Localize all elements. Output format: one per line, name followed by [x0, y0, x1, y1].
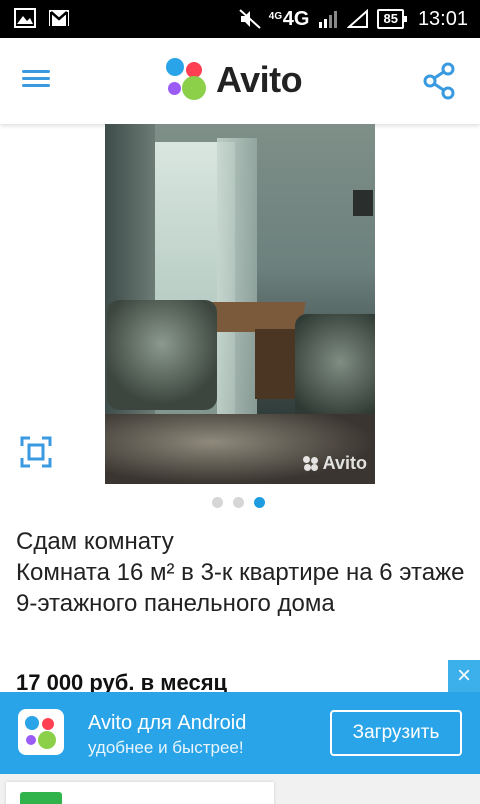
- photo-armchair-left: [107, 300, 217, 410]
- listing-photo[interactable]: Avito: [105, 124, 375, 484]
- network-indicator: 4G 4G: [269, 6, 310, 32]
- close-icon[interactable]: ×: [448, 660, 480, 692]
- banner-subtitle: удобнее и быстрее!: [88, 738, 244, 757]
- photo-watermark: Avito: [302, 453, 367, 474]
- battery-indicator: 85: [377, 9, 408, 29]
- app-install-banner: × Avito для Android удобнее и быстрее! З…: [0, 660, 480, 774]
- app-header: Avito: [0, 38, 480, 124]
- hamburger-icon-line: [22, 77, 50, 80]
- listing-title-line1: Сдам комнату: [16, 528, 174, 555]
- download-button[interactable]: Загрузить: [330, 710, 462, 756]
- listing-title: Сдам комнату Комната 16 м² в 3-к квартир…: [16, 526, 466, 619]
- menu-button[interactable]: [22, 66, 62, 96]
- gmail-notification-icon: [49, 10, 69, 26]
- hamburger-icon-line: [22, 84, 50, 87]
- share-icon[interactable]: [422, 62, 456, 100]
- photo-wall-picture: [353, 190, 373, 216]
- watermark-text: Avito: [322, 453, 367, 473]
- hamburger-icon: [22, 70, 50, 73]
- bottom-bar: [0, 774, 480, 804]
- gallery-pagination: [212, 497, 265, 508]
- wifi-signal-icon: [347, 9, 369, 28]
- bottom-green-badge: [20, 792, 62, 804]
- logo-text: Avito: [216, 59, 303, 100]
- photo-table-leg: [255, 329, 295, 399]
- pagination-dot-active[interactable]: [254, 497, 265, 508]
- avito-app-icon: [18, 709, 64, 755]
- gallery-notification-icon: [14, 8, 36, 28]
- fullscreen-icon[interactable]: [20, 436, 52, 468]
- network-label: 4G: [282, 8, 310, 30]
- clock: 13:01: [417, 8, 468, 30]
- pagination-dot[interactable]: [233, 497, 244, 508]
- status-bar: 4G 4G 85 13:01: [0, 0, 480, 38]
- avito-logo-icon: [166, 58, 208, 102]
- photo-curtain: [217, 138, 257, 418]
- signal-icon: [319, 11, 338, 28]
- network-badge: 4G: [268, 11, 283, 22]
- listing-title-line2: Комната 16 м² в 3-к квартире на 6 этаже …: [16, 559, 465, 617]
- banner-title: Avito для Android: [88, 712, 247, 734]
- pagination-dot[interactable]: [212, 497, 223, 508]
- watermark-logo-icon: [302, 455, 319, 472]
- avito-logo[interactable]: Avito: [166, 58, 303, 102]
- mute-icon: [239, 9, 261, 29]
